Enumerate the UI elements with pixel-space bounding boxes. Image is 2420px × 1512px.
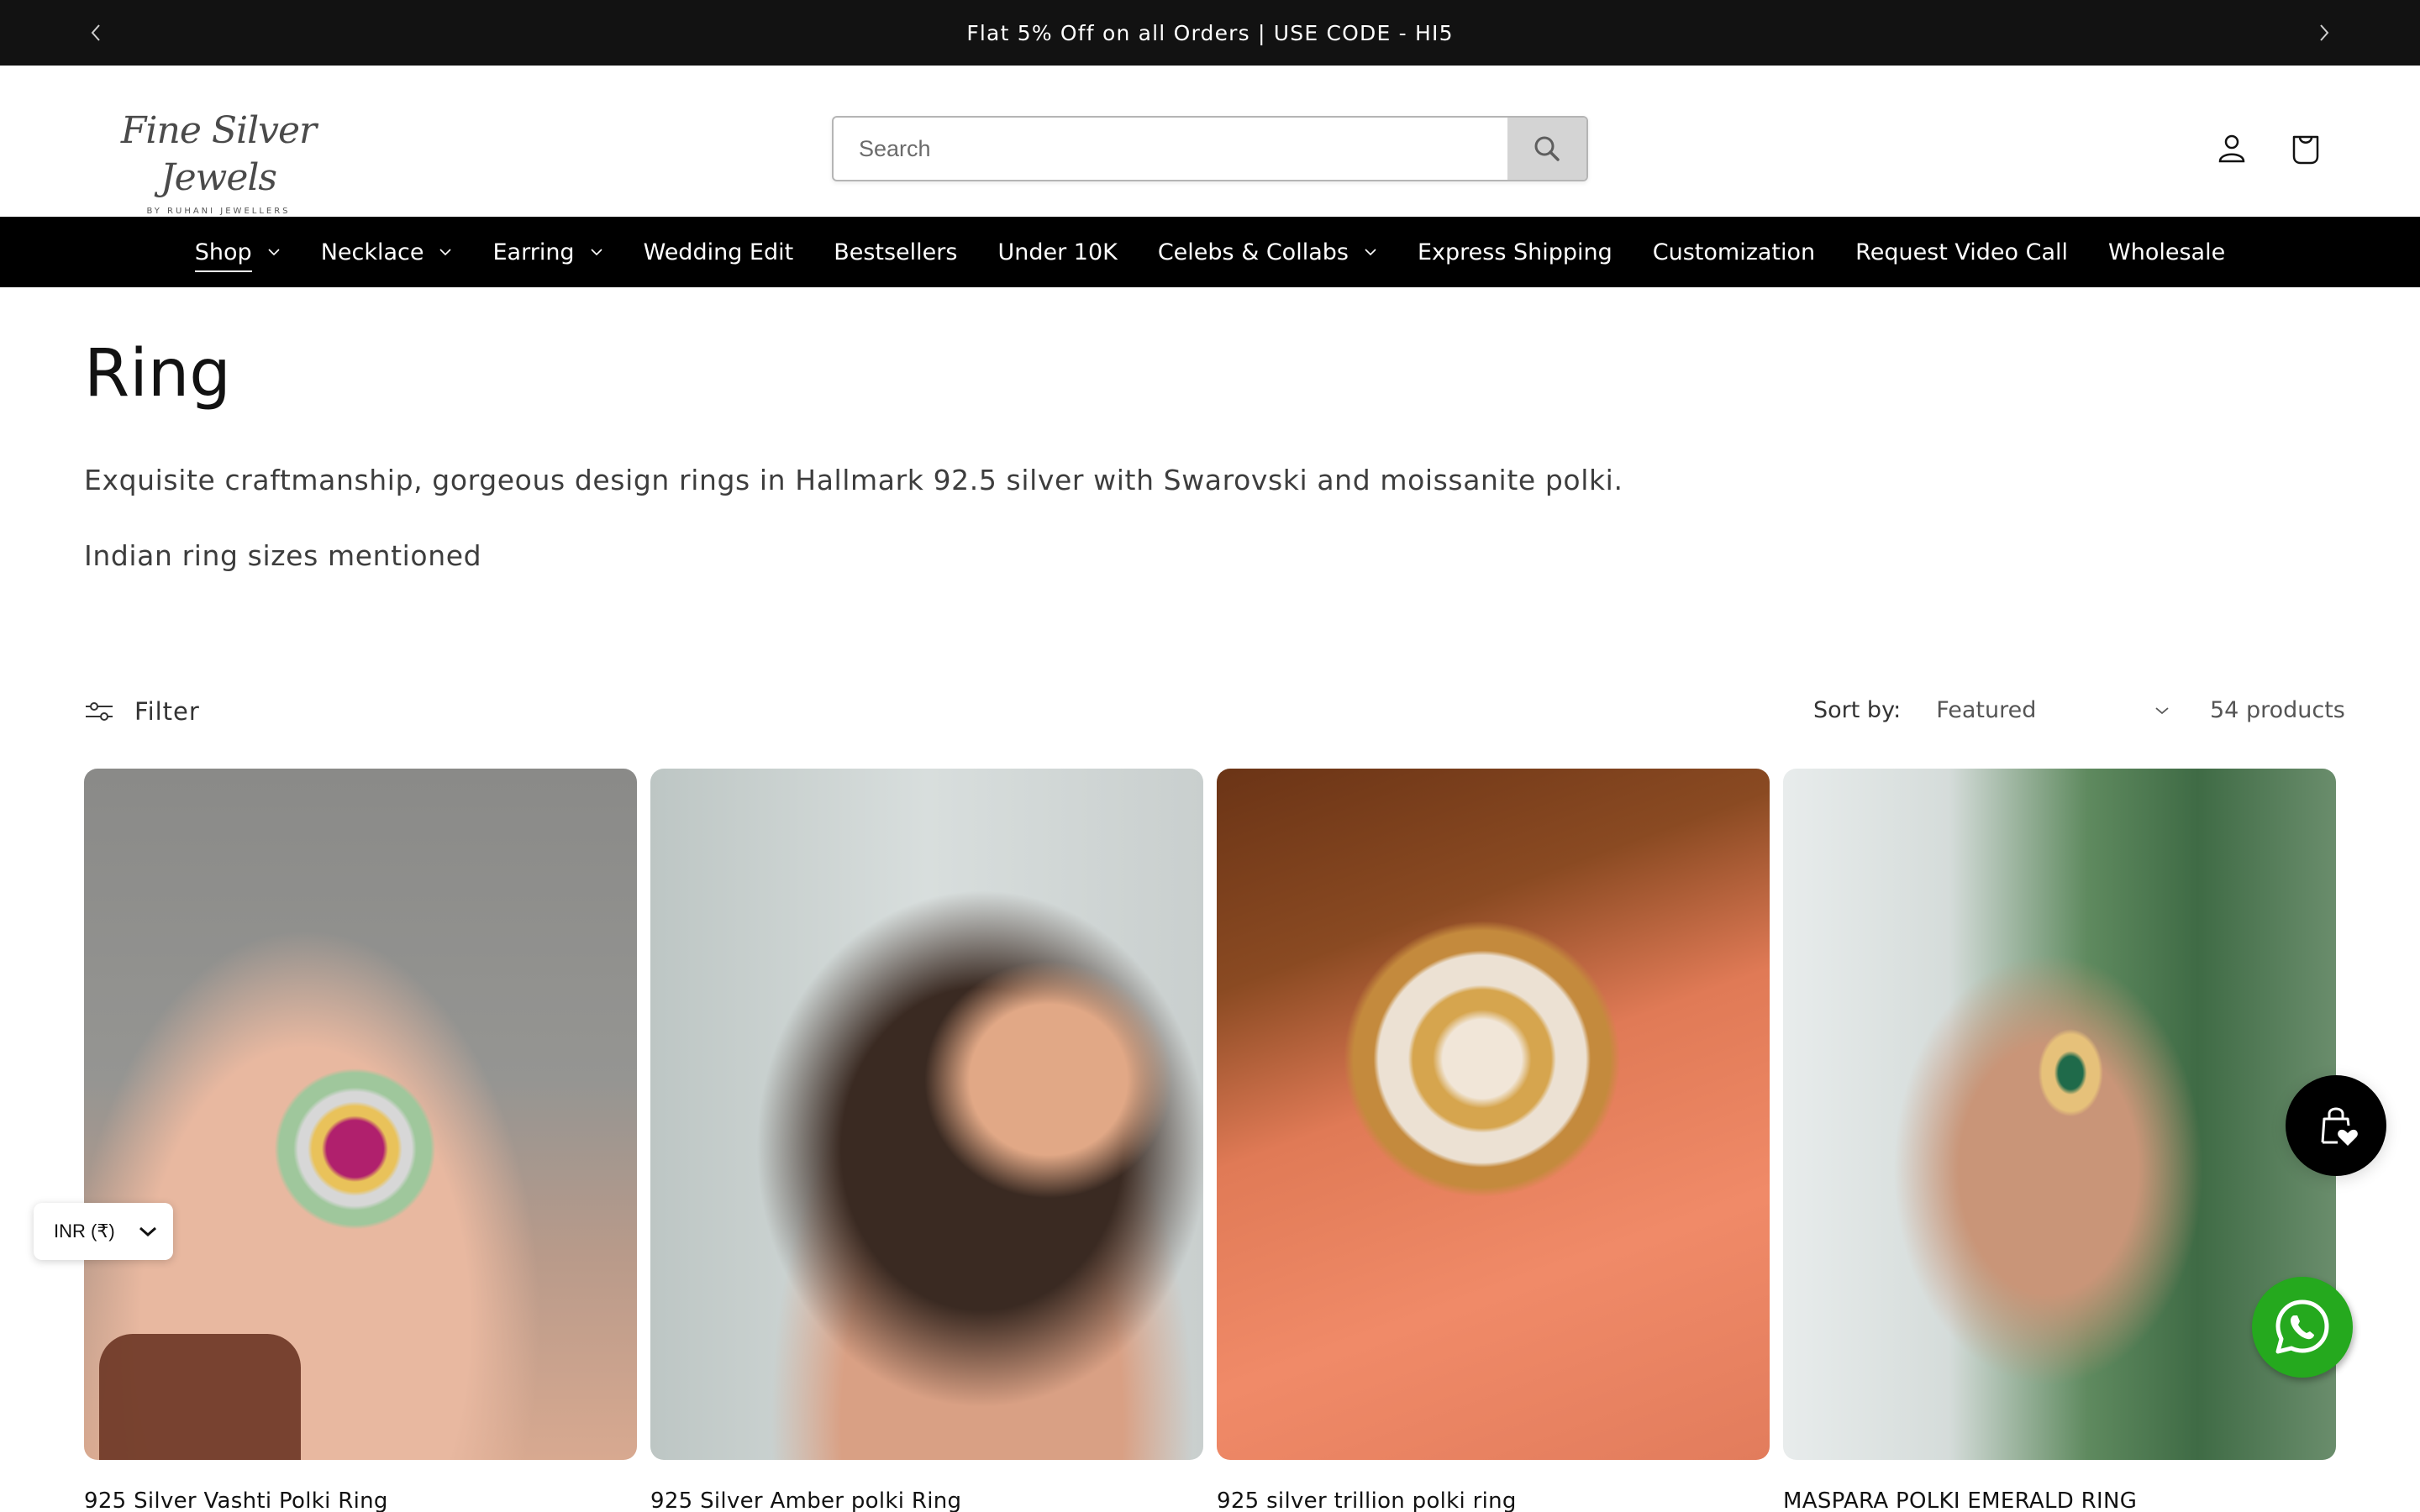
site-header: Fine Silver Jewels BY RUHANI JEWELLERS [0,66,2420,217]
search-input[interactable] [834,118,1507,180]
account-button[interactable] [2210,128,2254,171]
chevron-left-icon [91,24,100,41]
chevron-down-icon [591,249,602,256]
search-button[interactable] [1507,118,1586,180]
whatsapp-icon [2275,1299,2329,1354]
sort-control: Sort by: Featured [1813,697,2171,723]
bag-heart-icon [2321,1107,2358,1146]
cart-button[interactable] [2284,128,2328,171]
nav-item-shop[interactable]: Shop [175,217,301,287]
sort-select[interactable]: Featured [1936,697,2171,723]
product-title[interactable]: 925 Silver Vashti Polki Ring [84,1488,637,1512]
search-bar [832,116,1588,181]
logo-title: Fine Silver Jewels [120,109,317,199]
nav-item-customization[interactable]: Customization [1633,217,1835,287]
image-detail [99,1334,301,1460]
chevron-down-icon [139,1226,156,1237]
filter-button[interactable]: Filter [84,697,200,726]
product-title[interactable]: 925 silver trillion polki ring [1217,1488,1770,1512]
product-image[interactable] [1783,769,2336,1460]
nav-label: Request Video Call [1855,239,2069,265]
currency-value: INR (₹) [54,1221,115,1242]
site-logo[interactable]: Fine Silver Jewels BY RUHANI JEWELLERS [92,108,345,216]
product-grid: 925 Silver Vashti Polki Ring 925 Silver … [84,769,2336,1512]
product-card[interactable]: 925 silver trillion polki ring [1217,769,1770,1512]
collection-description: Exquisite craftmanship, gorgeous design … [84,464,1623,496]
nav-label: Shop [194,239,252,272]
collection-note: Indian ring sizes mentioned [84,539,482,572]
product-title[interactable]: MASPARA POLKI EMERALD RING [1783,1488,2336,1512]
announcement-prev-button[interactable] [82,18,110,47]
nav-label: Bestsellers [834,239,958,265]
nav-label: Under 10K [997,239,1118,265]
announcement-next-button[interactable] [2310,18,2338,47]
nav-item-wholesale[interactable]: Wholesale [2088,217,2245,287]
nav-item-request-video-call[interactable]: Request Video Call [1835,217,2088,287]
shopping-bag-icon [2292,135,2319,165]
filter-label: Filter [134,697,200,726]
nav-label: Earring [492,239,575,265]
nav-item-bestsellers[interactable]: Bestsellers [813,217,977,287]
product-card[interactable]: 925 Silver Amber polki Ring [650,769,1203,1512]
wishlist-button[interactable] [2286,1075,2386,1176]
chevron-right-icon [2320,24,2329,41]
page-title: Ring [84,336,231,412]
announcement-bar: Flat 5% Off on all Orders | USE CODE - H… [0,0,2420,66]
announcement-message: Flat 5% Off on all Orders | USE CODE - H… [966,20,1454,45]
sliders-icon [86,702,113,721]
sort-value: Featured [1936,697,2037,723]
nav-item-necklace[interactable]: Necklace [301,217,473,287]
nav-label: Celebs & Collabs [1157,239,1349,265]
nav-label: Express Shipping [1417,239,1612,265]
product-count: 54 products [2210,697,2345,723]
product-card[interactable]: 925 Silver Vashti Polki Ring [84,769,637,1512]
chevron-down-icon [268,249,280,256]
product-image[interactable] [650,769,1203,1460]
nav-label: Necklace [320,239,424,265]
chevron-down-icon [1365,249,1376,256]
user-icon [2218,134,2245,163]
search-icon [1534,136,1560,161]
product-image[interactable] [84,769,637,1460]
chevron-down-icon [2155,706,2169,714]
currency-selector[interactable]: INR (₹) [34,1203,173,1260]
nav-item-celebs-collabs[interactable]: Celebs & Collabs [1138,217,1397,287]
nav-label: Wedding Edit [643,239,794,265]
nav-item-under-10k[interactable]: Under 10K [977,217,1137,287]
chevron-down-icon [439,249,452,256]
nav-label: Wholesale [2108,239,2226,265]
whatsapp-chat-button[interactable] [2252,1277,2353,1378]
nav-item-express-shipping[interactable]: Express Shipping [1397,217,1633,287]
sort-label: Sort by: [1813,697,1902,723]
main-nav: Shop Necklace Earring Wedding Edit Bests… [0,217,2420,287]
nav-item-earring[interactable]: Earring [472,217,623,287]
product-image[interactable] [1217,769,1770,1460]
logo-subtitle: BY RUHANI JEWELLERS [146,207,291,216]
product-card[interactable]: MASPARA POLKI EMERALD RING [1783,769,2336,1512]
product-title[interactable]: 925 Silver Amber polki Ring [650,1488,1203,1512]
nav-label: Customization [1652,239,1816,265]
nav-item-wedding-edit[interactable]: Wedding Edit [623,217,814,287]
